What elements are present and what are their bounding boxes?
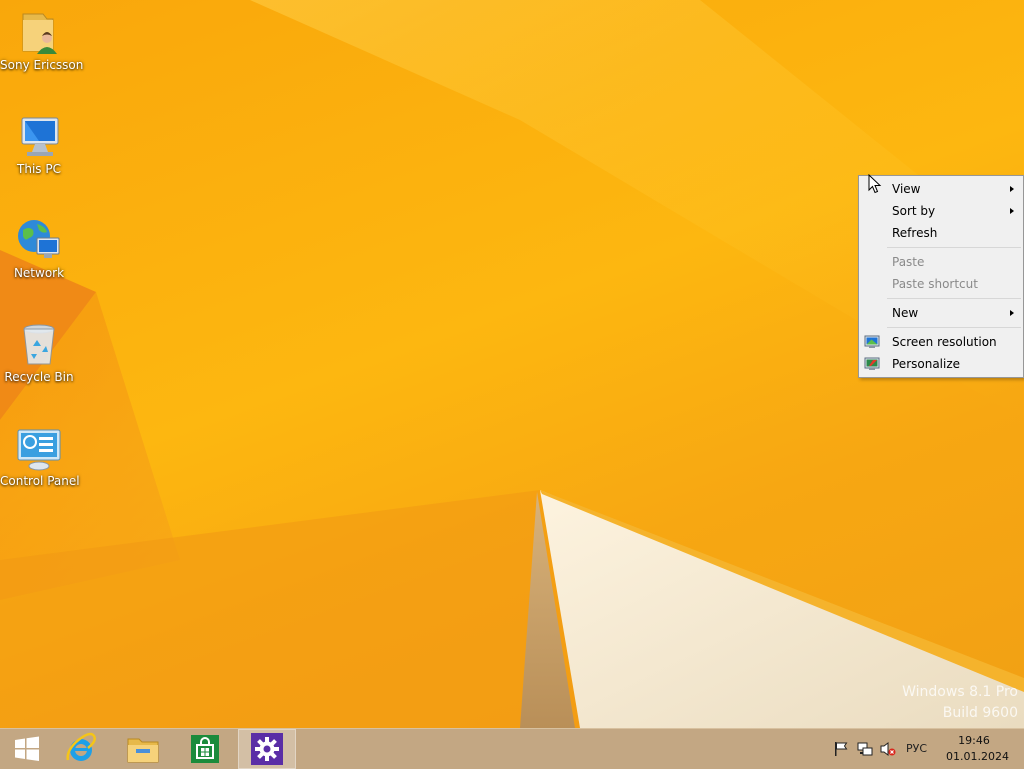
settings-gear-icon (251, 733, 283, 765)
watermark-edition: Windows 8.1 Pro (902, 684, 1018, 700)
taskbar-store[interactable] (178, 729, 232, 769)
display-settings-icon (864, 335, 880, 348)
desktop-icon-label: Recycle Bin (4, 370, 74, 384)
menu-item-label: Screen resolution (892, 335, 997, 349)
clock-date: 01.01.2024 (946, 750, 1009, 763)
recycle-bin-icon (23, 324, 55, 365)
menu-item-label: New (892, 306, 919, 320)
menu-item-refresh[interactable]: Refresh (859, 222, 1023, 244)
menu-item-sort-by[interactable]: Sort by (859, 200, 1023, 222)
desktop-icon-label: Control Panel (0, 474, 80, 488)
desktop-icon-label: Sony Ericsson (0, 58, 84, 72)
network-icon[interactable] (857, 741, 873, 757)
desktop-icon-label: Network (13, 266, 65, 280)
user-folder-icon (22, 13, 57, 54)
windows-logo-icon (15, 736, 39, 761)
menu-item-view[interactable]: View (859, 178, 1023, 200)
submenu-arrow-icon (1010, 186, 1014, 192)
taskbar-settings[interactable] (238, 729, 296, 769)
windows-watermark: Windows 8.1 Pro Build 9600 (902, 682, 1018, 724)
taskbar-file-explorer[interactable] (116, 729, 170, 769)
store-icon (191, 735, 219, 763)
clock[interactable]: 19:46 01.01.2024 (946, 733, 1009, 765)
menu-item-label: Personalize (892, 357, 961, 371)
menu-item-label: View (892, 182, 921, 196)
menu-separator (887, 327, 1021, 328)
desktop[interactable]: Sony Ericsson This PC Network Recycle Bi… (0, 0, 1024, 728)
action-center-flag-icon[interactable] (833, 741, 849, 757)
computer-icon (21, 117, 59, 156)
desktop-context-menu: View Sort by Refresh Paste Paste shortcu… (858, 175, 1024, 378)
menu-separator (887, 247, 1021, 248)
personalize-icon (864, 357, 880, 370)
mouse-cursor-icon (868, 174, 882, 194)
taskbar: РУС 19:46 01.01.2024 (0, 728, 1024, 769)
control-panel-icon (17, 429, 61, 471)
menu-item-label: Sort by (892, 204, 936, 218)
desktop-icon-sony-ericsson[interactable]: Sony Ericsson (0, 8, 84, 72)
desktop-icon-this-pc[interactable]: This PC (0, 112, 78, 176)
menu-item-paste-shortcut[interactable]: Paste shortcut (859, 273, 1023, 295)
desktop-icon-label: This PC (17, 162, 61, 176)
menu-item-personalize[interactable]: Personalize (859, 353, 1023, 375)
menu-item-paste[interactable]: Paste (859, 251, 1023, 273)
internet-explorer-icon (66, 732, 96, 761)
submenu-arrow-icon (1010, 208, 1014, 214)
menu-item-label: Paste (892, 255, 925, 269)
taskbar-internet-explorer[interactable] (54, 729, 108, 769)
submenu-arrow-icon (1010, 310, 1014, 316)
network-globe-icon (18, 220, 60, 258)
desktop-icon-network[interactable]: Network (0, 216, 78, 280)
desktop-icon-recycle-bin[interactable]: Recycle Bin (0, 320, 78, 384)
menu-item-new[interactable]: New (859, 302, 1023, 324)
menu-item-screen-resolution[interactable]: Screen resolution (859, 331, 1023, 353)
volume-muted-icon[interactable] (880, 741, 896, 757)
start-button[interactable] (0, 729, 54, 769)
clock-time: 19:46 (958, 734, 990, 747)
menu-separator (887, 298, 1021, 299)
menu-item-label: Refresh (892, 226, 938, 240)
file-explorer-icon (127, 738, 159, 763)
menu-item-label: Paste shortcut (892, 277, 978, 291)
watermark-build: Build 9600 (942, 705, 1018, 721)
input-language-indicator[interactable]: РУС (906, 742, 927, 755)
desktop-icon-control-panel[interactable]: Control Panel (0, 424, 80, 488)
